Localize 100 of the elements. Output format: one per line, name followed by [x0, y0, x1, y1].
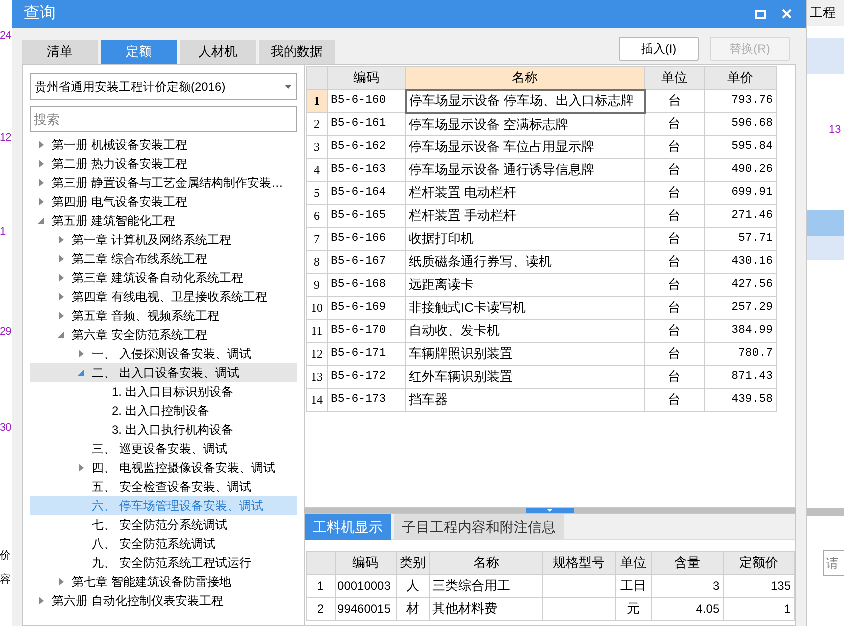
table-cell: 596.68: [704, 112, 776, 136]
tree-item[interactable]: 三、 巡更设备安装、调试: [30, 439, 297, 458]
collapsed-arrow-icon[interactable]: [38, 596, 45, 604]
column-header: 工程: [807, 0, 844, 26]
row-number: 4: [306, 158, 328, 182]
column-header[interactable]: 类别: [396, 552, 430, 574]
collapsed-arrow-icon[interactable]: [58, 274, 65, 282]
expanded-arrow-icon[interactable]: [58, 330, 65, 338]
table-cell: 台: [644, 182, 704, 204]
column-header[interactable]: 定额价: [723, 552, 794, 574]
column-header[interactable]: 编码: [335, 552, 396, 574]
tree-item[interactable]: 第四册 电气设备安装工程: [30, 192, 297, 211]
table-cell: 台: [644, 320, 704, 342]
expanded-arrow-icon[interactable]: [38, 216, 45, 224]
tree-item[interactable]: 七、 安全防范分系统调试: [30, 515, 297, 534]
background-cell-text: 容: [0, 572, 12, 588]
collapsed-arrow-icon[interactable]: [58, 292, 65, 300]
tree-item[interactable]: 四、 电视监控摄像设备安装、调试: [30, 458, 297, 477]
tree-item[interactable]: 2. 出入口控制设备: [30, 401, 297, 420]
tree-item[interactable]: 1. 出入口目标识别设备: [30, 382, 297, 401]
collapsed-arrow-icon[interactable]: [38, 198, 45, 206]
tab[interactable]: 我的数据: [259, 40, 335, 64]
tree-item[interactable]: 二、 出入口设备安装、调试: [30, 363, 297, 382]
maximize-icon[interactable]: [755, 10, 766, 18]
table-cell: B5-6-162: [328, 136, 406, 158]
tab[interactable]: 人材机: [180, 40, 256, 64]
tree-item[interactable]: 第一章 计算机及网络系统工程: [30, 230, 297, 249]
tree-item[interactable]: 八、 安全防范系统调试: [30, 534, 297, 553]
column-header[interactable]: 单价: [704, 66, 776, 90]
collapsed-arrow-icon[interactable]: [58, 578, 65, 586]
table-cell: 车辆牌照识别装置: [406, 342, 644, 366]
search-field[interactable]: 搜索: [30, 106, 297, 132]
table-cell: 停车场显示设备 空满标志牌: [406, 112, 644, 136]
table-cell: 非接触式IC卡读写机: [406, 296, 644, 320]
collapsed-arrow-icon[interactable]: [58, 236, 65, 244]
expanded-arrow-icon[interactable]: [78, 368, 85, 376]
tree-item[interactable]: 第二章 综合布线系统工程: [30, 249, 297, 268]
tree-item[interactable]: 第三章 建筑设备自动化系统工程: [30, 268, 297, 287]
column-header[interactable]: 单位: [644, 66, 704, 90]
table-cell: 台: [644, 136, 704, 158]
collapsed-arrow-icon[interactable]: [78, 350, 85, 358]
table-cell: 台: [644, 90, 704, 112]
table-cell: 00010003: [335, 574, 396, 598]
collapsed-arrow-icon[interactable]: [38, 178, 45, 186]
column-header[interactable]: 规格型号: [542, 552, 616, 574]
collapsed-arrow-icon[interactable]: [78, 464, 85, 472]
row-number: 14: [306, 388, 328, 412]
table-cell: 99460015: [335, 598, 396, 620]
collapsed-arrow-icon[interactable]: [58, 312, 65, 320]
row-number: 8: [306, 250, 328, 274]
table-cell: 699.91: [704, 182, 776, 204]
action-button[interactable]: 插入(I): [619, 37, 699, 61]
table-cell: 纸质磁条通行券写、读机: [406, 250, 644, 274]
collapsed-arrow-icon[interactable]: [38, 140, 45, 148]
table-cell: B5-6-169: [328, 296, 406, 320]
tree-item[interactable]: 九、 安全防范系统工程试运行: [30, 553, 297, 572]
background-cell-text: 13: [828, 123, 842, 138]
table-cell: 收据打印机: [406, 228, 644, 250]
column-header[interactable]: 编码: [328, 66, 406, 90]
tree-item[interactable]: 第四章 有线电视、卫星接收系统工程: [30, 287, 297, 306]
table-cell: 384.99: [704, 320, 776, 342]
background-cell-text: 12: [0, 131, 12, 146]
corner-cell: [306, 552, 336, 574]
tab[interactable]: 子目工程内容和附注信息: [394, 514, 564, 540]
tree-item[interactable]: 第五册 建筑智能化工程: [30, 211, 297, 230]
table-cell: B5-6-165: [328, 204, 406, 228]
table-cell: B5-6-170: [328, 320, 406, 342]
column-header[interactable]: 单位: [615, 552, 652, 574]
collapsed-arrow-icon[interactable]: [58, 254, 65, 262]
background-cell-text: 24: [0, 29, 12, 44]
background-cell-text: 29: [0, 325, 12, 340]
quota-dropdown[interactable]: 贵州省通用安装工程计价定额(2016): [30, 73, 297, 100]
table-cell: 台: [644, 250, 704, 274]
tree-item[interactable]: 第二册 热力设备安装工程: [30, 154, 297, 173]
collapse-handle-icon[interactable]: [526, 508, 574, 513]
row-number: 13: [306, 366, 328, 388]
column-header[interactable]: 名称: [406, 66, 644, 90]
close-icon[interactable]: [782, 9, 792, 19]
tree-item[interactable]: 第一册 机械设备安装工程: [30, 135, 297, 154]
column-header[interactable]: 名称: [430, 552, 543, 574]
table-cell: 挡车器: [406, 388, 644, 412]
splitter[interactable]: [304, 508, 796, 513]
tree-item[interactable]: 第七章 智能建筑设备防雷接地: [30, 572, 297, 591]
table-cell: B5-6-167: [328, 250, 406, 274]
tree-item[interactable]: 五、 安全检查设备安装、调试: [30, 477, 297, 496]
collapsed-arrow-icon[interactable]: [38, 160, 45, 168]
table-cell: 793.76: [704, 90, 776, 112]
input-field[interactable]: 请: [823, 550, 844, 576]
tab[interactable]: 清单: [22, 40, 98, 64]
row-number: 1: [306, 574, 336, 598]
table-cell: 工日: [615, 574, 652, 598]
column-header[interactable]: 含量: [652, 552, 724, 574]
tree-item[interactable]: 一、 入侵探测设备安装、调试: [30, 344, 297, 363]
row-number: 11: [306, 320, 328, 342]
tree-item[interactable]: 3. 出入口执行机构设备: [30, 420, 297, 439]
tree-item[interactable]: 第五章 音频、视频系统工程: [30, 306, 297, 325]
tree-item[interactable]: 第六章 安全防范系统工程: [30, 325, 297, 344]
tree-item[interactable]: 第六册 自动化控制仪表安装工程: [30, 591, 297, 610]
tree-item[interactable]: 第三册 静置设备与工艺金属结构制作安装…: [30, 173, 297, 192]
table-cell: 257.29: [704, 296, 776, 320]
